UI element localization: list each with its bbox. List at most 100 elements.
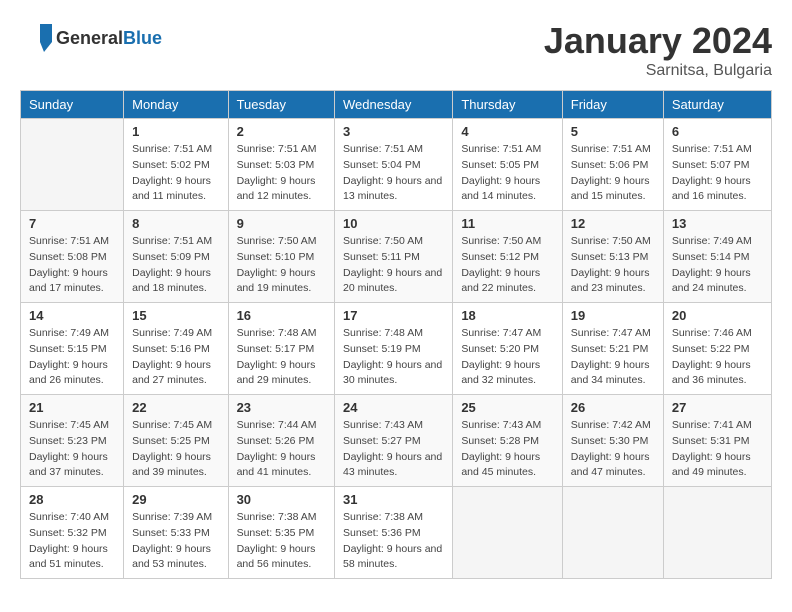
calendar-cell: 30 Sunrise: 7:38 AMSunset: 5:35 PMDaylig…	[228, 487, 334, 579]
calendar-cell: 18 Sunrise: 7:47 AMSunset: 5:20 PMDaylig…	[453, 303, 562, 395]
calendar-cell: 31 Sunrise: 7:38 AMSunset: 5:36 PMDaylig…	[334, 487, 452, 579]
calendar-table: SundayMondayTuesdayWednesdayThursdayFrid…	[20, 90, 772, 579]
day-number: 6	[672, 124, 763, 139]
logo: GeneralBlue	[20, 20, 162, 57]
calendar-cell: 29 Sunrise: 7:39 AMSunset: 5:33 PMDaylig…	[124, 487, 228, 579]
logo-icon	[20, 20, 52, 57]
calendar-cell: 26 Sunrise: 7:42 AMSunset: 5:30 PMDaylig…	[562, 395, 663, 487]
header-day-wednesday: Wednesday	[334, 91, 452, 119]
calendar-cell: 16 Sunrise: 7:48 AMSunset: 5:17 PMDaylig…	[228, 303, 334, 395]
day-info: Sunrise: 7:50 AMSunset: 5:12 PMDaylight:…	[461, 235, 541, 294]
day-info: Sunrise: 7:51 AMSunset: 5:03 PMDaylight:…	[237, 143, 317, 202]
day-info: Sunrise: 7:38 AMSunset: 5:36 PMDaylight:…	[343, 511, 442, 570]
calendar-cell: 25 Sunrise: 7:43 AMSunset: 5:28 PMDaylig…	[453, 395, 562, 487]
logo-blue: Blue	[123, 28, 162, 48]
day-number: 13	[672, 216, 763, 231]
day-number: 16	[237, 308, 326, 323]
day-info: Sunrise: 7:49 AMSunset: 5:14 PMDaylight:…	[672, 235, 752, 294]
calendar-cell: 21 Sunrise: 7:45 AMSunset: 5:23 PMDaylig…	[21, 395, 124, 487]
calendar-cell: 1 Sunrise: 7:51 AMSunset: 5:02 PMDayligh…	[124, 119, 228, 211]
day-number: 22	[132, 400, 219, 415]
calendar-cell	[21, 119, 124, 211]
day-info: Sunrise: 7:46 AMSunset: 5:22 PMDaylight:…	[672, 327, 752, 386]
calendar-cell: 4 Sunrise: 7:51 AMSunset: 5:05 PMDayligh…	[453, 119, 562, 211]
calendar-cell	[663, 487, 771, 579]
day-number: 17	[343, 308, 444, 323]
day-number: 15	[132, 308, 219, 323]
calendar-cell: 5 Sunrise: 7:51 AMSunset: 5:06 PMDayligh…	[562, 119, 663, 211]
day-info: Sunrise: 7:50 AMSunset: 5:11 PMDaylight:…	[343, 235, 442, 294]
day-info: Sunrise: 7:44 AMSunset: 5:26 PMDaylight:…	[237, 419, 317, 478]
day-number: 2	[237, 124, 326, 139]
day-number: 14	[29, 308, 115, 323]
day-number: 27	[672, 400, 763, 415]
calendar-cell	[453, 487, 562, 579]
day-number: 3	[343, 124, 444, 139]
calendar-cell: 19 Sunrise: 7:47 AMSunset: 5:21 PMDaylig…	[562, 303, 663, 395]
day-info: Sunrise: 7:51 AMSunset: 5:09 PMDaylight:…	[132, 235, 212, 294]
logo-general: General	[56, 28, 123, 48]
subtitle: Sarnitsa, Bulgaria	[544, 62, 772, 80]
calendar-week-3: 14 Sunrise: 7:49 AMSunset: 5:15 PMDaylig…	[21, 303, 772, 395]
day-number: 19	[571, 308, 655, 323]
title-area: January 2024 Sarnitsa, Bulgaria	[544, 20, 772, 80]
header: GeneralBlue January 2024 Sarnitsa, Bulga…	[20, 20, 772, 80]
day-info: Sunrise: 7:51 AMSunset: 5:07 PMDaylight:…	[672, 143, 752, 202]
calendar-cell: 24 Sunrise: 7:43 AMSunset: 5:27 PMDaylig…	[334, 395, 452, 487]
day-number: 4	[461, 124, 553, 139]
day-info: Sunrise: 7:51 AMSunset: 5:04 PMDaylight:…	[343, 143, 442, 202]
day-info: Sunrise: 7:51 AMSunset: 5:06 PMDaylight:…	[571, 143, 651, 202]
day-info: Sunrise: 7:41 AMSunset: 5:31 PMDaylight:…	[672, 419, 752, 478]
day-info: Sunrise: 7:42 AMSunset: 5:30 PMDaylight:…	[571, 419, 651, 478]
day-number: 28	[29, 492, 115, 507]
day-number: 10	[343, 216, 444, 231]
day-number: 21	[29, 400, 115, 415]
calendar-cell: 7 Sunrise: 7:51 AMSunset: 5:08 PMDayligh…	[21, 211, 124, 303]
calendar-cell: 27 Sunrise: 7:41 AMSunset: 5:31 PMDaylig…	[663, 395, 771, 487]
day-number: 11	[461, 216, 553, 231]
calendar-cell: 8 Sunrise: 7:51 AMSunset: 5:09 PMDayligh…	[124, 211, 228, 303]
day-info: Sunrise: 7:49 AMSunset: 5:16 PMDaylight:…	[132, 327, 212, 386]
calendar-week-5: 28 Sunrise: 7:40 AMSunset: 5:32 PMDaylig…	[21, 487, 772, 579]
day-number: 29	[132, 492, 219, 507]
header-day-saturday: Saturday	[663, 91, 771, 119]
calendar-cell: 6 Sunrise: 7:51 AMSunset: 5:07 PMDayligh…	[663, 119, 771, 211]
day-number: 12	[571, 216, 655, 231]
main-title: January 2024	[544, 20, 772, 62]
day-number: 9	[237, 216, 326, 231]
day-number: 5	[571, 124, 655, 139]
day-info: Sunrise: 7:50 AMSunset: 5:10 PMDaylight:…	[237, 235, 317, 294]
day-number: 31	[343, 492, 444, 507]
day-info: Sunrise: 7:40 AMSunset: 5:32 PMDaylight:…	[29, 511, 109, 570]
header-day-tuesday: Tuesday	[228, 91, 334, 119]
calendar-cell: 3 Sunrise: 7:51 AMSunset: 5:04 PMDayligh…	[334, 119, 452, 211]
calendar-cell: 9 Sunrise: 7:50 AMSunset: 5:10 PMDayligh…	[228, 211, 334, 303]
calendar-week-2: 7 Sunrise: 7:51 AMSunset: 5:08 PMDayligh…	[21, 211, 772, 303]
day-info: Sunrise: 7:45 AMSunset: 5:25 PMDaylight:…	[132, 419, 212, 478]
day-info: Sunrise: 7:51 AMSunset: 5:02 PMDaylight:…	[132, 143, 212, 202]
day-number: 18	[461, 308, 553, 323]
calendar-cell	[562, 487, 663, 579]
day-number: 23	[237, 400, 326, 415]
day-info: Sunrise: 7:51 AMSunset: 5:05 PMDaylight:…	[461, 143, 541, 202]
day-info: Sunrise: 7:48 AMSunset: 5:19 PMDaylight:…	[343, 327, 442, 386]
day-number: 20	[672, 308, 763, 323]
calendar-cell: 22 Sunrise: 7:45 AMSunset: 5:25 PMDaylig…	[124, 395, 228, 487]
calendar-cell: 20 Sunrise: 7:46 AMSunset: 5:22 PMDaylig…	[663, 303, 771, 395]
day-info: Sunrise: 7:39 AMSunset: 5:33 PMDaylight:…	[132, 511, 212, 570]
header-day-friday: Friday	[562, 91, 663, 119]
calendar-cell: 13 Sunrise: 7:49 AMSunset: 5:14 PMDaylig…	[663, 211, 771, 303]
calendar-cell: 11 Sunrise: 7:50 AMSunset: 5:12 PMDaylig…	[453, 211, 562, 303]
day-info: Sunrise: 7:48 AMSunset: 5:17 PMDaylight:…	[237, 327, 317, 386]
header-day-thursday: Thursday	[453, 91, 562, 119]
day-info: Sunrise: 7:43 AMSunset: 5:27 PMDaylight:…	[343, 419, 442, 478]
day-number: 7	[29, 216, 115, 231]
calendar-cell: 2 Sunrise: 7:51 AMSunset: 5:03 PMDayligh…	[228, 119, 334, 211]
day-number: 24	[343, 400, 444, 415]
header-day-monday: Monday	[124, 91, 228, 119]
calendar-cell: 10 Sunrise: 7:50 AMSunset: 5:11 PMDaylig…	[334, 211, 452, 303]
header-day-sunday: Sunday	[21, 91, 124, 119]
calendar-week-1: 1 Sunrise: 7:51 AMSunset: 5:02 PMDayligh…	[21, 119, 772, 211]
day-info: Sunrise: 7:38 AMSunset: 5:35 PMDaylight:…	[237, 511, 317, 570]
header-row: SundayMondayTuesdayWednesdayThursdayFrid…	[21, 91, 772, 119]
